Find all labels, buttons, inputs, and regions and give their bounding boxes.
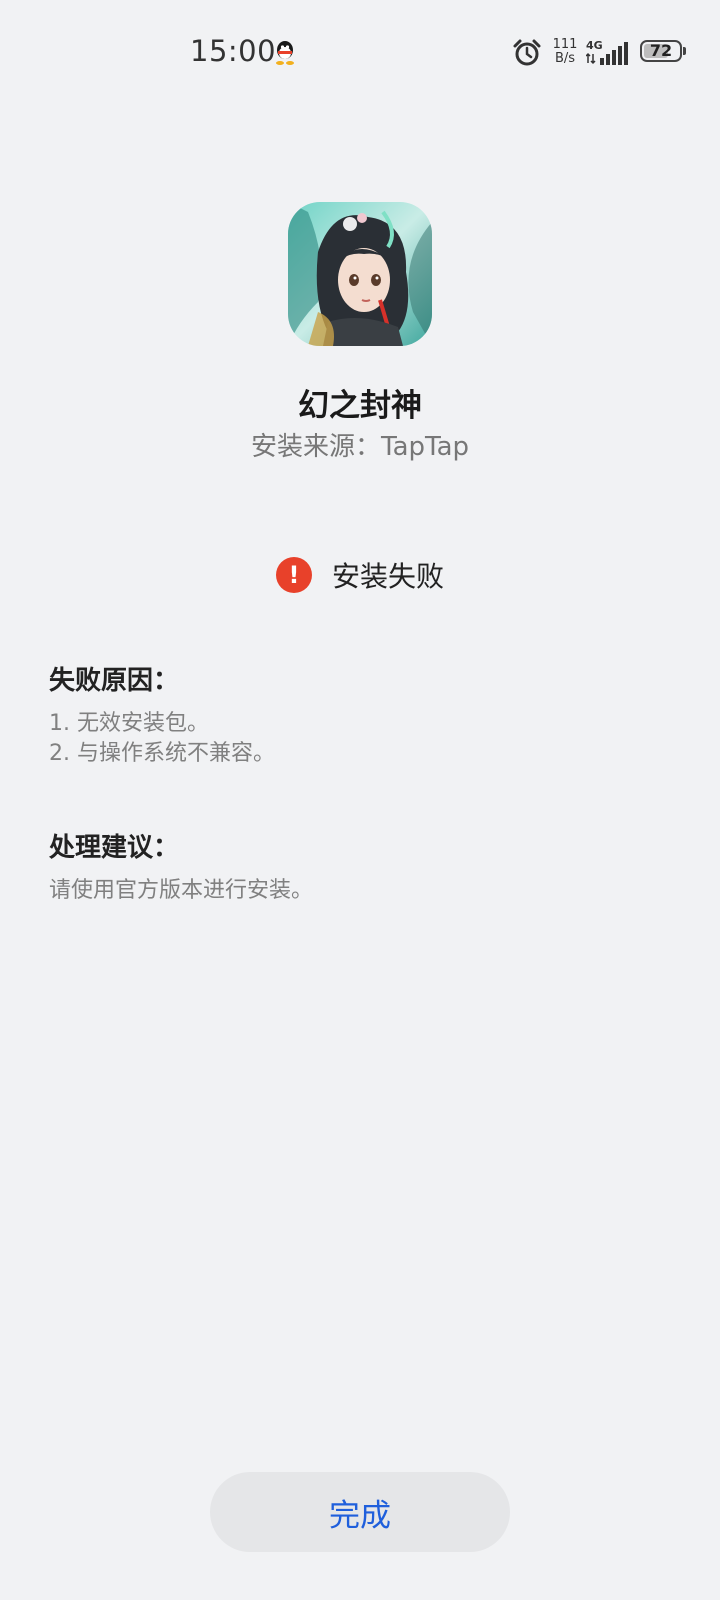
install-status: ! 安装失败	[0, 555, 720, 595]
done-button[interactable]: 完成	[210, 1472, 510, 1552]
alarm-icon	[512, 38, 542, 68]
install-status-text: 安装失败	[331, 560, 444, 593]
app-name: 幻之封神	[298, 388, 422, 424]
battery-level: 72	[649, 41, 673, 60]
suggestion-title: 处理建议：	[49, 833, 180, 863]
network-type: 4G	[586, 39, 603, 52]
app-icon	[288, 202, 432, 346]
qq-icon	[274, 40, 296, 66]
status-bar: 15:00 111 B/s 4G 72	[0, 0, 720, 100]
net-speed: 111 B/s	[550, 38, 580, 66]
net-speed-unit: B/s	[554, 51, 576, 66]
status-time: 15:00	[190, 34, 277, 68]
battery-icon: 72	[640, 40, 686, 66]
signal-icon: 4G	[585, 38, 632, 68]
suggestion-line: 请使用官方版本进行安装。	[49, 878, 314, 903]
failure-reason-section: 失败原因： 1. 无效安装包。 2. 与操作系统不兼容。	[49, 660, 671, 769]
failure-reason-line: 2. 与操作系统不兼容。	[49, 741, 275, 766]
net-speed-value: 111	[552, 37, 578, 52]
install-source: 安装来源：TapTap	[250, 432, 470, 462]
suggestion-section: 处理建议： 请使用官方版本进行安装。	[49, 827, 671, 906]
failure-reason-line: 1. 无效安装包。	[49, 711, 209, 736]
failure-reason-title: 失败原因：	[49, 666, 180, 696]
error-icon: !	[275, 557, 312, 593]
